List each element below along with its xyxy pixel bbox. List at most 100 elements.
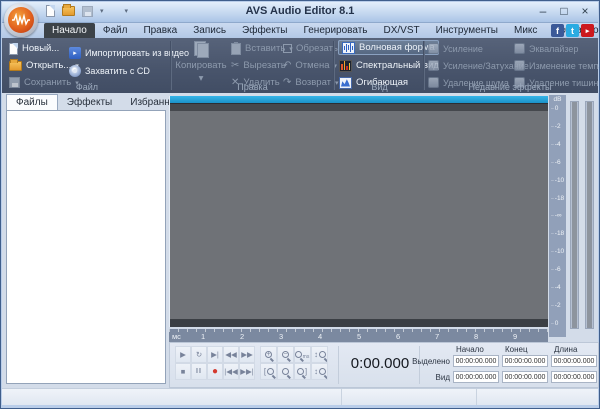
- tab-edit[interactable]: Правка: [135, 23, 185, 38]
- record-icon: ●: [211, 366, 219, 377]
- panel-divider: [338, 346, 339, 384]
- play-to-end-button[interactable]: ▶|: [207, 346, 223, 363]
- amplify-button[interactable]: Усиление: [428, 41, 483, 56]
- zoom-selection-end-button[interactable]: ]: [294, 363, 311, 380]
- zoom-custom-button[interactable]: ms: [294, 346, 311, 363]
- ruler-tick: 1: [201, 332, 206, 341]
- view-end-field[interactable]: [502, 371, 548, 383]
- db-scale: dB 0 -2 -4 -6 -10 -18 -∞ -18 -10 -6 -4 -…: [549, 95, 566, 337]
- fast-forward-button[interactable]: ▶▶: [239, 346, 255, 363]
- undo-icon: ↶: [283, 59, 292, 71]
- selected-end-field[interactable]: [502, 355, 548, 367]
- selected-start-field[interactable]: [453, 355, 499, 367]
- tab-mix[interactable]: Микс: [506, 23, 545, 38]
- app-logo-button[interactable]: [4, 3, 38, 37]
- undo-button[interactable]: ↶ Отмена ▾: [283, 58, 337, 73]
- tab-generate[interactable]: Генерировать: [296, 23, 376, 38]
- left-panel-tabs: Файлы Эффекты Избранное: [6, 94, 190, 110]
- db-tick: -4: [551, 141, 566, 148]
- maximize-button[interactable]: □: [557, 4, 571, 18]
- tab-effects[interactable]: Эффекты: [234, 23, 295, 38]
- go-to-end-icon: ▶▶|: [240, 367, 254, 376]
- db-tick: 0: [551, 105, 566, 112]
- db-ticks: 0 -2 -4 -6 -10 -18 -∞ -18 -10 -6 -4 -2 0: [549, 105, 566, 327]
- files-list[interactable]: [6, 110, 166, 384]
- new-file-icon: [9, 42, 18, 55]
- db-tick: -2: [551, 123, 566, 130]
- ruler-tick: 8: [474, 332, 479, 341]
- go-to-start-button[interactable]: |◀◀: [223, 363, 239, 380]
- twitter-icon[interactable]: t: [566, 24, 579, 37]
- tab-file[interactable]: Файл: [95, 23, 136, 38]
- facebook-icon[interactable]: f: [551, 24, 564, 37]
- tab-dxvst[interactable]: DX/VST: [376, 23, 428, 38]
- waveform-canvas[interactable]: [170, 111, 548, 319]
- record-button[interactable]: ●: [207, 363, 223, 380]
- db-tick: -18: [551, 195, 566, 202]
- column-length-label: Длина: [554, 345, 578, 354]
- zoom-selection-start-button[interactable]: [: [260, 363, 277, 380]
- tab-tools[interactable]: Инструменты: [428, 23, 506, 38]
- copy-button[interactable]: Копировать ▾: [175, 39, 227, 85]
- tab-home[interactable]: Начало: [44, 23, 95, 38]
- pause-icon: II: [196, 368, 202, 375]
- loop-icon: ↻: [195, 350, 203, 359]
- vertical-zoom-out-button[interactable]: ↕: [311, 363, 328, 380]
- waveform-top-ruler[interactable]: [170, 103, 548, 111]
- minimize-button[interactable]: –: [536, 4, 550, 18]
- vertical-zoom-in-button[interactable]: ↕: [311, 346, 328, 363]
- zoom-selection-start-icon: [267, 368, 275, 375]
- rewind-button[interactable]: ◀◀: [223, 346, 239, 363]
- db-unit-label: dB: [553, 96, 562, 103]
- level-meters: [568, 101, 596, 329]
- zoom-custom-icon: [295, 351, 302, 358]
- content-area: Файлы Эффекты Избранное мс 1 2 3 4 5 6 7…: [2, 93, 599, 388]
- pause-button[interactable]: II: [191, 363, 207, 380]
- ribbon-separator: [423, 41, 425, 90]
- equalizer-button[interactable]: Эквалайзер: [514, 41, 578, 56]
- transport-panel: ▶ ↻ ▶| ◀◀ ▶▶ ■ II ● |◀◀ ▶▶| + − ms ↕ [ ]…: [169, 342, 599, 388]
- group-label-recent-effects: Недавние эффекты: [468, 82, 552, 92]
- overview-bar[interactable]: [170, 96, 548, 103]
- db-tick: -4: [551, 284, 566, 291]
- tempo-change-button[interactable]: Изменение темпа: [514, 58, 599, 73]
- cut-button[interactable]: ✂ Вырезать: [231, 58, 286, 73]
- zoom-in-button[interactable]: +: [260, 346, 277, 363]
- zoom-selection-button[interactable]: [277, 363, 294, 380]
- time-ruler[interactable]: мс 1 2 3 4 5 6 7 8 9: [169, 329, 548, 342]
- capture-from-cd-button[interactable]: Захватить с CD: [69, 63, 150, 78]
- ribbon-group-view: Волновая форма Спектральный вид Огибающа…: [336, 38, 439, 93]
- close-button[interactable]: ×: [578, 4, 592, 18]
- youtube-icon[interactable]: ▸: [581, 24, 594, 37]
- playback-buttons: ▶ ↻ ▶| ◀◀ ▶▶ ■ II ● |◀◀ ▶▶|: [175, 346, 255, 380]
- zoom-selection-icon: [282, 368, 289, 375]
- new-button[interactable]: Новый...: [9, 41, 59, 56]
- go-to-end-button[interactable]: ▶▶|: [239, 363, 255, 380]
- group-label-view: Вид: [371, 82, 388, 92]
- level-meter-right: [585, 101, 594, 329]
- ruler-tick: 4: [318, 332, 323, 341]
- selection-info: Начало Конец Длина Выделено Вид: [412, 343, 597, 387]
- group-label-edit: Правка: [237, 82, 268, 92]
- cut-icon: ✂: [231, 59, 240, 71]
- loop-button[interactable]: ↻: [191, 346, 207, 363]
- go-to-start-icon: |◀◀: [224, 367, 238, 376]
- open-folder-icon: [9, 58, 22, 71]
- import-video-icon: ▸: [69, 46, 81, 59]
- horizontal-scrollbar[interactable]: [170, 319, 548, 327]
- zoom-out-button[interactable]: −: [277, 346, 294, 363]
- tab-effects-panel[interactable]: Эффекты: [58, 94, 121, 110]
- tab-record[interactable]: Запись: [185, 23, 234, 38]
- stop-button[interactable]: ■: [175, 363, 191, 380]
- view-length-field[interactable]: [551, 371, 597, 383]
- play-button[interactable]: ▶: [175, 346, 191, 363]
- ruler-tick: 9: [513, 332, 518, 341]
- ribbon-group-edit: Копировать ▾ Вставить ▾ ✂ Вырезать ✕ Уда…: [173, 38, 339, 93]
- ribbon-tab-bar: Начало Файл Правка Запись Эффекты Генери…: [2, 23, 599, 38]
- selected-length-field[interactable]: [551, 355, 597, 367]
- db-tick: -10: [551, 248, 566, 255]
- tab-files[interactable]: Файлы: [6, 94, 58, 110]
- trim-button[interactable]: Обрезать: [283, 41, 338, 56]
- ruler-tick: 7: [435, 332, 440, 341]
- view-start-field[interactable]: [453, 371, 499, 383]
